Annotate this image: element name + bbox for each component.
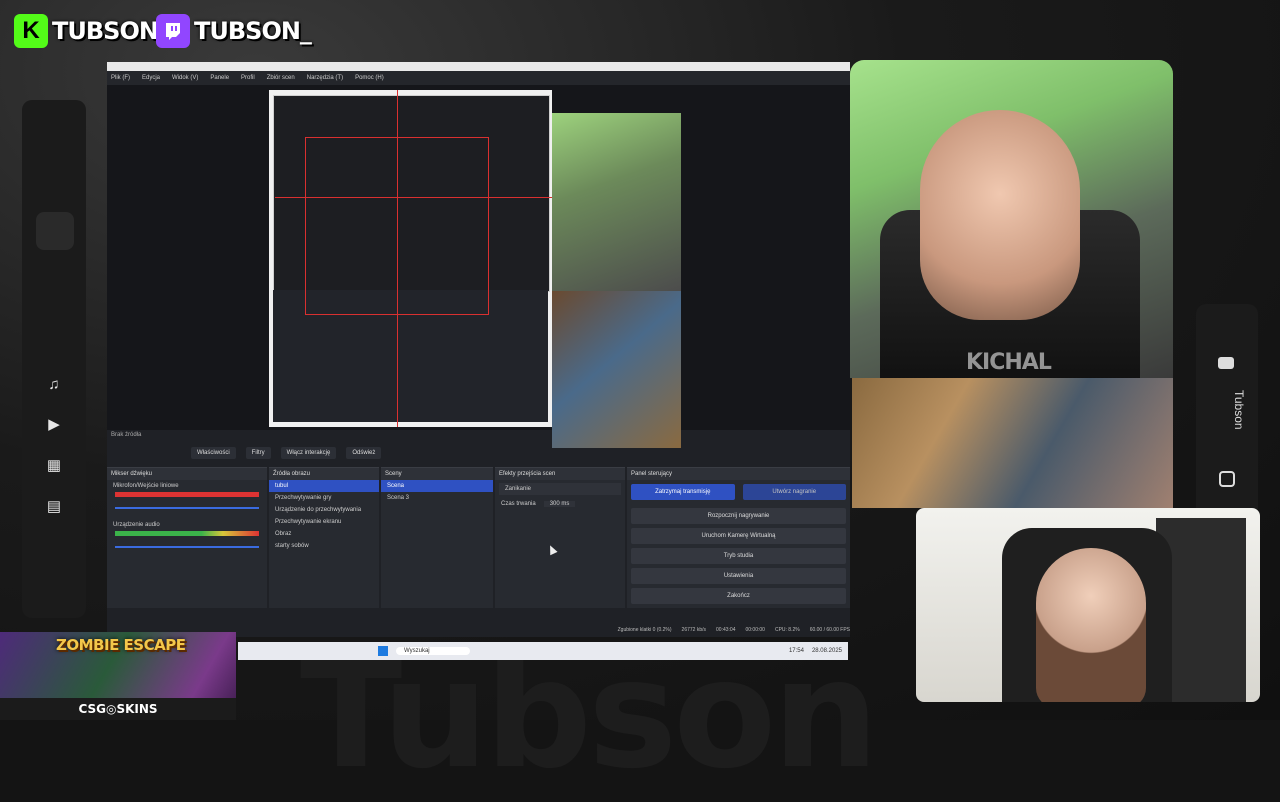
background-watermark-text: Tubson xyxy=(300,628,879,802)
image-icon: ▤ xyxy=(46,498,62,515)
preview-meme-collage xyxy=(552,291,681,448)
audio-mixer-dock: Mikser dźwięku Mikrofon/Wejście liniowe … xyxy=(107,467,267,608)
mic-meter xyxy=(115,492,259,497)
windows-taskbar: Wyszukaj 17:54 28.08.2025 xyxy=(238,642,848,660)
duration-label: Czas trwania xyxy=(501,501,536,507)
twitch-icon xyxy=(156,14,190,48)
sources-title: Źródła obrazu xyxy=(269,468,379,480)
controls-dock: Panel sterujący Zatrzymaj transmisję Utw… xyxy=(627,467,850,608)
avatar-icon xyxy=(36,212,74,250)
refresh-button[interactable]: Odśwież xyxy=(346,447,382,459)
video-icon: ▶ xyxy=(48,416,60,433)
mixer-channel-mic: Mikrofon/Wejście liniowe xyxy=(113,483,179,489)
source-item[interactable]: tubul xyxy=(269,480,379,492)
exit-button[interactable]: Zakończ xyxy=(631,588,846,604)
menu-edit[interactable]: Edycja xyxy=(142,71,160,85)
mic-volume-slider[interactable] xyxy=(115,507,259,509)
promo-title: ZOMBIE ESCAPE xyxy=(56,636,186,654)
bitrate: 26772 kb/s xyxy=(681,626,707,633)
menu-help[interactable]: Pomoc (H) xyxy=(355,71,384,85)
menu-file[interactable]: Plik (F) xyxy=(111,71,130,85)
start-recording-button[interactable]: Rozpocznij nagrywanie xyxy=(631,508,846,524)
desktop-meter xyxy=(115,531,259,536)
transition-duration-row: Czas trwania 300 ms xyxy=(495,498,625,510)
menu-tools[interactable]: Narzędzia (T) xyxy=(307,71,343,85)
studio-mode-button[interactable]: Tryb studia xyxy=(631,548,846,564)
source-item[interactable]: Urządzenie do przechwytywania xyxy=(269,504,379,516)
youtube-icon xyxy=(1218,357,1234,369)
scenes-dock: Sceny Scena Scena 3 xyxy=(381,467,493,608)
streamer-webcam xyxy=(850,60,1173,378)
desktop-volume-slider[interactable] xyxy=(115,546,259,548)
controls-title: Panel sterujący xyxy=(627,468,850,480)
scenes-title: Sceny xyxy=(381,468,493,480)
windows-start-icon[interactable] xyxy=(378,646,388,656)
source-item[interactable]: starty sobów xyxy=(269,540,379,552)
duration-input[interactable]: 300 ms xyxy=(543,501,576,507)
music-icon: ♫ xyxy=(48,375,60,393)
menu-profile[interactable]: Profil xyxy=(241,71,255,85)
virtual-camera-button[interactable]: Uruchom Kamerę Wirtualną xyxy=(631,528,846,544)
filters-button[interactable]: Filtry xyxy=(245,447,271,459)
cpu-usage: CPU: 8.2% xyxy=(774,626,800,633)
sources-dock: Źródła obrazu tubul Przechwytywanie gry … xyxy=(269,467,379,608)
menu-view[interactable]: Widok (V) xyxy=(172,71,198,85)
source-toolbar: Właściwości Filtry Włącz interakcję Odśw… xyxy=(107,442,850,464)
menu-scene-collection[interactable]: Zbiór scen xyxy=(267,71,295,85)
obs-title-bar xyxy=(107,62,850,71)
kick-icon: K xyxy=(14,14,48,48)
scene-item[interactable]: Scena 3 xyxy=(381,492,493,504)
obs-window: Plik (F) Edycja Widok (V) Panele Profil … xyxy=(107,62,854,637)
left-sidebar xyxy=(22,100,86,618)
right-sidebar-label: Tubson xyxy=(1232,390,1246,430)
scene-item[interactable]: Scena xyxy=(381,480,493,492)
transition-select[interactable]: Zanikanie xyxy=(499,483,621,495)
taskbar-date: 28.08.2025 xyxy=(811,648,842,654)
interact-button[interactable]: Włącz interakcję xyxy=(280,447,337,459)
twitch-badge: TUBSON_ xyxy=(156,12,312,50)
obs-preview[interactable] xyxy=(107,85,850,448)
stop-streaming-button[interactable]: Zatrzymaj transmisję xyxy=(631,484,735,500)
youtube-watermark: KICHAL xyxy=(966,350,1052,375)
calendar-icon: ▦ xyxy=(46,457,62,474)
guest-person xyxy=(1036,548,1146,702)
mixer-title: Mikser dźwięku xyxy=(107,468,267,480)
instagram-icon xyxy=(1219,471,1235,487)
streamer-face xyxy=(920,110,1080,320)
guide-vertical xyxy=(397,90,398,427)
taskbar-search[interactable]: Wyszukaj xyxy=(396,647,470,655)
transitions-title: Efekty przejścia scen xyxy=(495,468,625,480)
kick-handle: TUBSON xyxy=(52,17,159,45)
stream-time: 00:43:04 xyxy=(716,626,736,633)
transitions-dock: Efekty przejścia scen Zanikanie Czas trw… xyxy=(495,467,625,608)
settings-button[interactable]: Ustawienia xyxy=(631,568,846,584)
mixer-channel-desktop: Urządzenie audio xyxy=(113,522,160,528)
obs-menu-bar: Plik (F) Edycja Widok (V) Panele Profil … xyxy=(107,71,854,85)
source-item[interactable]: Przechwytywanie gry xyxy=(269,492,379,504)
promo-brand: CSG◎SKINS xyxy=(0,698,236,720)
menu-docks[interactable]: Panele xyxy=(210,71,229,85)
taskbar-time: 17:54 xyxy=(788,648,804,654)
kick-badge: K TUBSON xyxy=(14,12,159,50)
guest-webcam xyxy=(916,508,1260,702)
fps-counter: 60.00 / 60.00 FPS xyxy=(809,626,850,633)
properties-button[interactable]: Właściwości xyxy=(191,447,236,459)
source-status: Brak źródła xyxy=(111,432,142,438)
source-item[interactable]: Obraz xyxy=(269,528,379,540)
twitch-handle: TUBSON_ xyxy=(194,17,312,45)
dropped-frames: Zgubione klatki 0 (0.2%) xyxy=(617,626,672,633)
meme-collage-overlay xyxy=(852,378,1173,508)
preview-webcam xyxy=(552,113,681,291)
record-time: 00:00:00 xyxy=(745,626,765,633)
source-item[interactable]: Przechwytywanie ekranu xyxy=(269,516,379,528)
create-recording-button[interactable]: Utwórz nagranie xyxy=(742,484,846,500)
